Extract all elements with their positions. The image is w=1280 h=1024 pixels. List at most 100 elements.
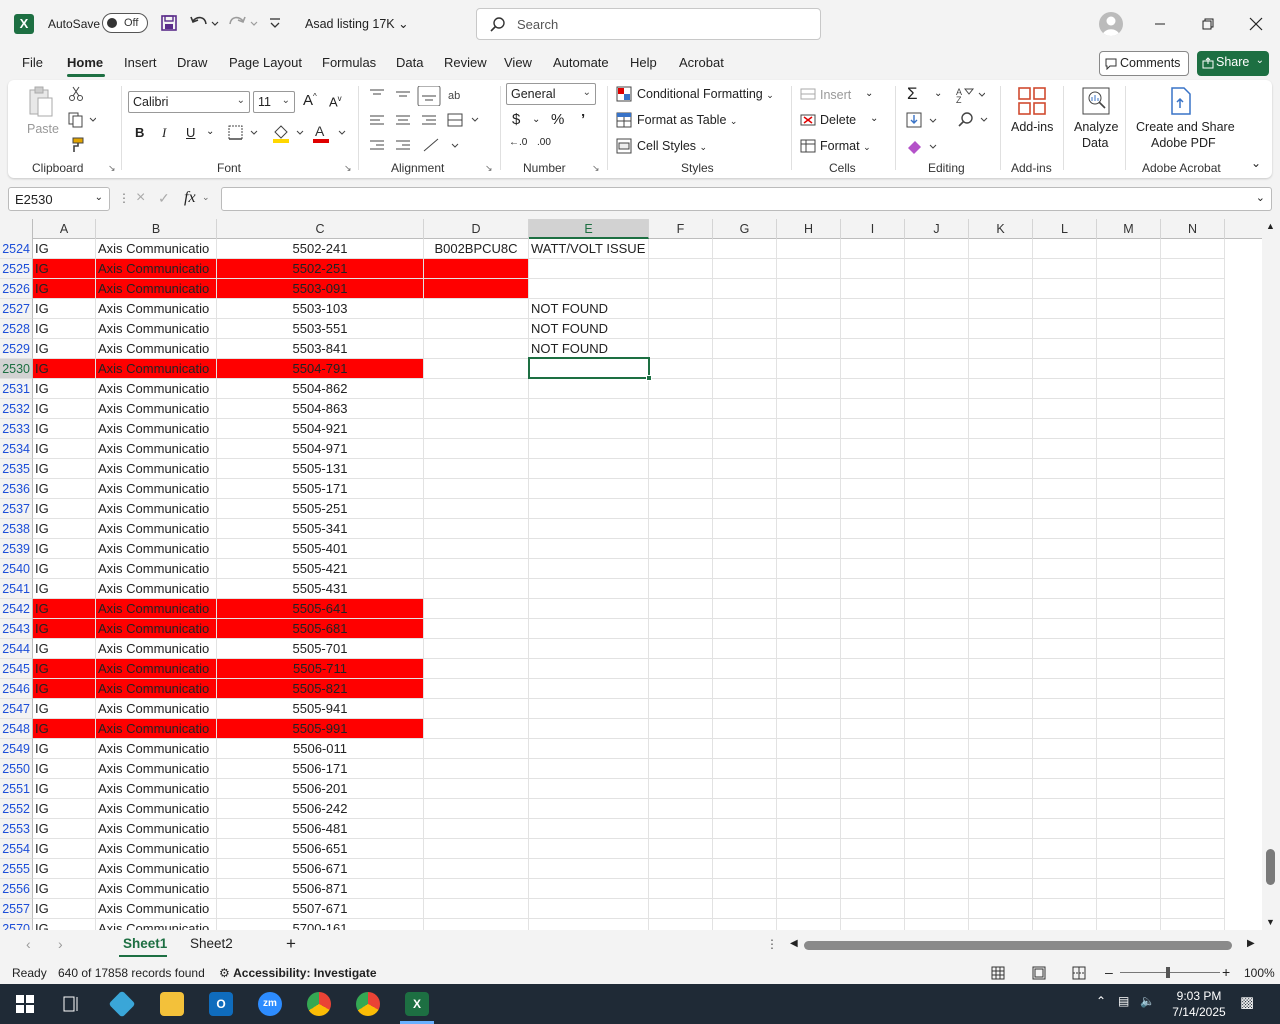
cell-k[interactable] [969, 739, 1033, 759]
cell-m[interactable] [1097, 659, 1161, 679]
cell-h[interactable] [777, 879, 841, 899]
cell-g[interactable] [713, 259, 777, 279]
cell-i[interactable] [841, 459, 905, 479]
cell-l[interactable] [1033, 439, 1097, 459]
cell-k[interactable] [969, 819, 1033, 839]
cell-f[interactable] [649, 539, 713, 559]
cell-c[interactable]: 5504-921 [217, 419, 424, 439]
cell-k[interactable] [969, 379, 1033, 399]
cell-l[interactable] [1033, 339, 1097, 359]
cell-l[interactable] [1033, 879, 1097, 899]
cell-d[interactable] [424, 599, 529, 619]
chrome-profile-icon[interactable] [356, 992, 380, 1016]
cell-n[interactable] [1161, 659, 1225, 679]
chrome-icon[interactable] [307, 992, 331, 1016]
cell-b[interactable]: Axis Communicatio [96, 259, 217, 279]
outlook-icon[interactable]: O [209, 992, 233, 1016]
cell-f[interactable] [649, 359, 713, 379]
underline-icon[interactable]: U [186, 125, 195, 140]
cell-i[interactable] [841, 519, 905, 539]
conditional-formatting-button[interactable]: Conditional Formatting ⌄ [637, 87, 774, 101]
cell-g[interactable] [713, 399, 777, 419]
cell-j[interactable] [905, 579, 969, 599]
column-header-k[interactable]: K [969, 219, 1033, 239]
cell-d[interactable] [424, 759, 529, 779]
cell-m[interactable] [1097, 479, 1161, 499]
column-header-d[interactable]: D [424, 219, 529, 239]
cell-i[interactable] [841, 779, 905, 799]
cell-i[interactable] [841, 819, 905, 839]
cell-f[interactable] [649, 679, 713, 699]
cell-k[interactable] [969, 359, 1033, 379]
volume-icon[interactable]: 🔈 [1140, 994, 1155, 1008]
cell-f[interactable] [649, 339, 713, 359]
cell-d[interactable] [424, 519, 529, 539]
cell-d[interactable] [424, 399, 529, 419]
network-icon[interactable]: ▤ [1118, 994, 1129, 1008]
cell-f[interactable] [649, 879, 713, 899]
cell-e[interactable] [529, 819, 649, 839]
cell-e[interactable] [529, 659, 649, 679]
cell-j[interactable] [905, 759, 969, 779]
cell-b[interactable]: Axis Communicatio [96, 299, 217, 319]
cell-m[interactable] [1097, 819, 1161, 839]
cell-l[interactable] [1033, 919, 1097, 930]
add-sheet-icon[interactable]: + [286, 934, 296, 954]
cell-k[interactable] [969, 759, 1033, 779]
cell-d[interactable] [424, 899, 529, 919]
tab-review[interactable]: Review [444, 55, 487, 70]
row-header[interactable]: 2525 [0, 259, 33, 279]
cell-j[interactable] [905, 639, 969, 659]
analyze-data-icon[interactable] [1081, 86, 1111, 116]
cell-b[interactable]: Axis Communicatio [96, 539, 217, 559]
cell-a[interactable]: IG [33, 899, 96, 919]
cell-g[interactable] [713, 859, 777, 879]
row-header[interactable]: 2557 [0, 899, 33, 919]
cell-c[interactable]: 5505-171 [217, 479, 424, 499]
more-icon[interactable]: ⋮ [118, 191, 130, 205]
cell-d[interactable] [424, 319, 529, 339]
row-header[interactable]: 2529 [0, 339, 33, 359]
cell-i[interactable] [841, 859, 905, 879]
cell-b[interactable]: Axis Communicatio [96, 459, 217, 479]
cell-m[interactable] [1097, 639, 1161, 659]
row-header[interactable]: 2532 [0, 399, 33, 419]
cell-l[interactable] [1033, 559, 1097, 579]
cell-k[interactable] [969, 839, 1033, 859]
autosave-toggle[interactable]: Off [102, 13, 148, 33]
cell-g[interactable] [713, 279, 777, 299]
cell-d[interactable] [424, 739, 529, 759]
cell-j[interactable] [905, 919, 969, 930]
cell-d[interactable] [424, 799, 529, 819]
cell-m[interactable] [1097, 239, 1161, 259]
cell-l[interactable] [1033, 259, 1097, 279]
cell-a[interactable]: IG [33, 459, 96, 479]
minimize-icon[interactable] [1150, 14, 1170, 34]
clear-icon[interactable] [906, 138, 940, 156]
cell-d[interactable] [424, 439, 529, 459]
cell-d[interactable]: B002BPCU8C [424, 239, 529, 259]
insert-cells-button[interactable]: Insert [820, 88, 851, 102]
cell-h[interactable] [777, 679, 841, 699]
column-header-f[interactable]: F [649, 219, 713, 239]
cell-j[interactable] [905, 359, 969, 379]
cell-a[interactable]: IG [33, 779, 96, 799]
cell-d[interactable] [424, 359, 529, 379]
cell-m[interactable] [1097, 679, 1161, 699]
cell-b[interactable]: Axis Communicatio [96, 619, 217, 639]
cell-c[interactable]: 5505-681 [217, 619, 424, 639]
cell-i[interactable] [841, 419, 905, 439]
indent-orientation-icons[interactable] [368, 137, 468, 157]
cell-n[interactable] [1161, 599, 1225, 619]
cell-g[interactable] [713, 799, 777, 819]
cell-h[interactable] [777, 259, 841, 279]
page-break-view-icon[interactable] [1072, 966, 1086, 980]
taskbar-clock[interactable]: 9:03 PM 7/14/2025 [1162, 988, 1236, 1020]
row-header[interactable]: 2555 [0, 859, 33, 879]
column-header-i[interactable]: I [841, 219, 905, 239]
expand-formula-bar-icon[interactable]: ⌄ [1256, 191, 1265, 204]
format-cells-button[interactable]: Format ⌄ [820, 139, 871, 153]
cell-a[interactable]: IG [33, 319, 96, 339]
cell-j[interactable] [905, 239, 969, 259]
cell-n[interactable] [1161, 819, 1225, 839]
